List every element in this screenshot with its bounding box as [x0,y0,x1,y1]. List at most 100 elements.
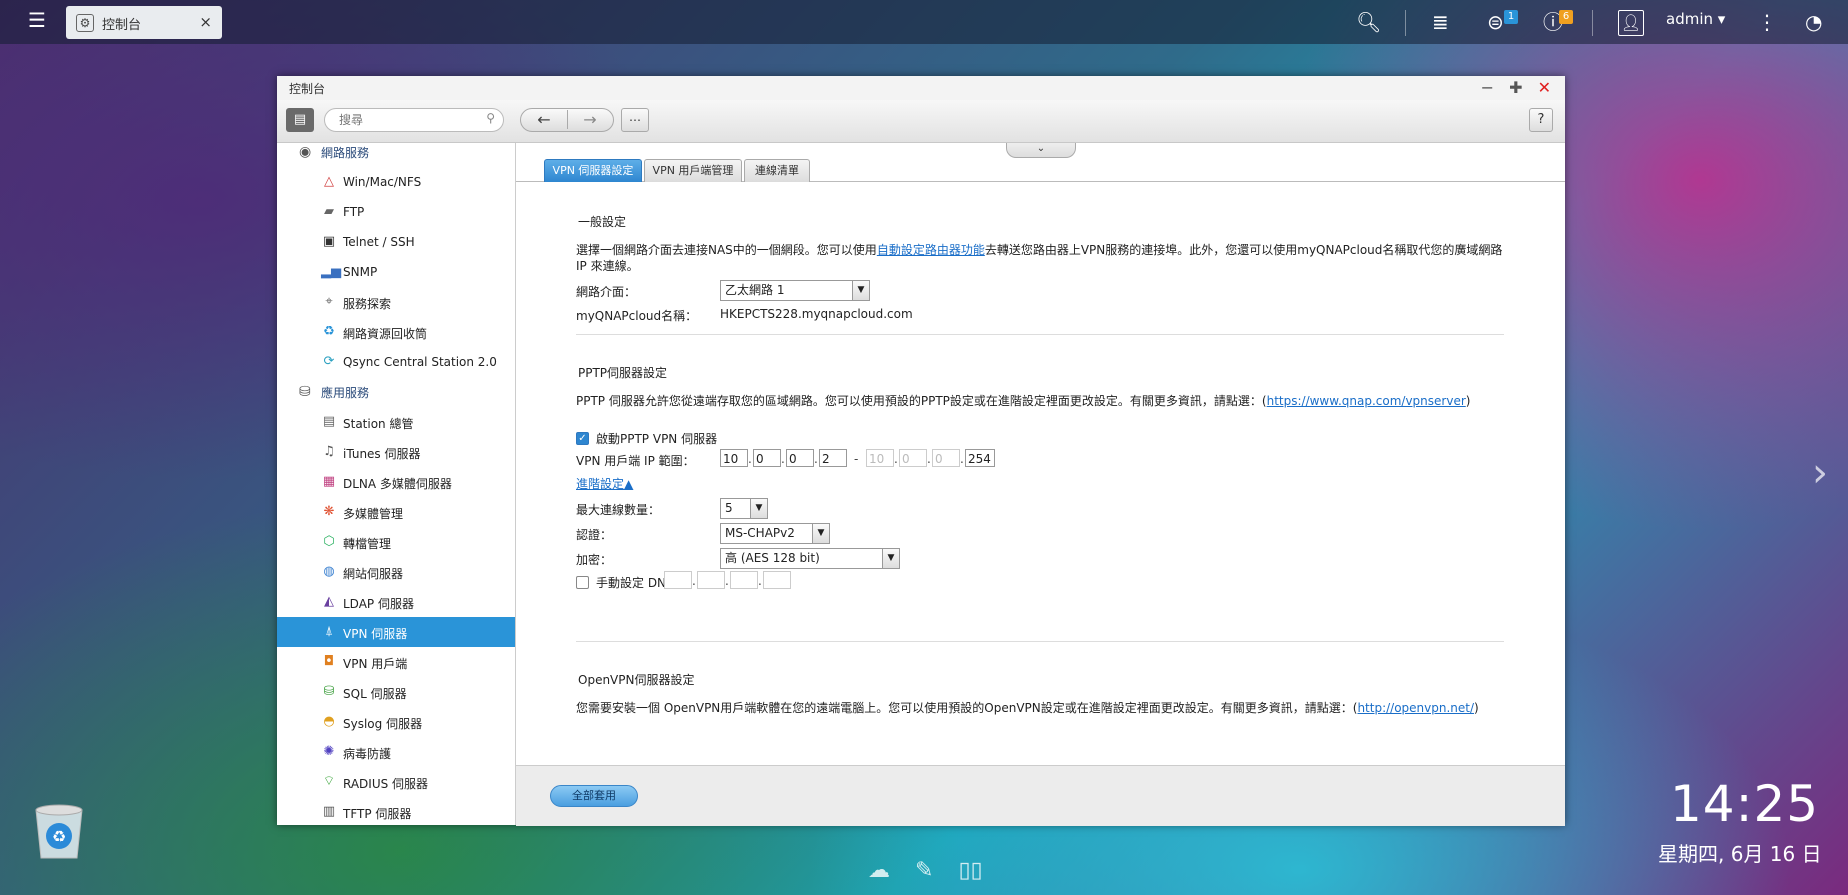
divider [1592,10,1593,36]
recycle-bin-icon[interactable]: ♻ [30,800,88,862]
ip-end-octet-4[interactable]: 254 [965,449,995,467]
external-devices-icon[interactable]: ⊜ [1487,10,1504,34]
ip-start-octet-3[interactable]: 0 [786,449,814,467]
ip-separator: . [814,452,818,466]
sidebar-item-qsync[interactable]: ⟳ Qsync Central Station 2.0 [277,347,515,377]
chevron-down-icon: ▼ [750,499,767,518]
sidebar-item-telnet-ssh[interactable]: ▣ Telnet / SSH [277,227,515,257]
sidebar-item-label: LDAP 伺服器 [343,597,414,611]
ip-start-octet-4[interactable]: 2 [819,449,847,467]
svg-text:♻: ♻ [52,827,66,846]
sidebar-item-tftp-server[interactable]: ▥ TFTP 伺服器 [277,797,515,825]
sidebar-item-web-server[interactable]: ◍ 網站伺服器 [277,557,515,587]
help-button[interactable]: ? [1529,108,1553,132]
sidebar-item-win-mac-nfs[interactable]: △ Win/Mac/NFS [277,167,515,197]
ip-separator: . [692,574,696,588]
dns-octet-2 [697,571,725,589]
openvpn-link[interactable]: http://openvpn.net/ [1357,701,1474,715]
tab-vpn-client-management[interactable]: VPN 用戶端管理 [644,159,742,182]
background-tasks-icon[interactable]: ≣ [1432,10,1449,34]
description-text: 您需要安裝一個 OpenVPN用戶端軟體在您的遠端電腦上。您可以使用預設的Ope… [576,701,1358,715]
vpn-settings-panel: ⌄ VPN 伺服器設定 VPN 用戶端管理 連線清單 一般設定 選擇一個網路介面… [516,143,1565,765]
advanced-settings-link[interactable]: 進階設定▲ [576,477,633,491]
qnap-vpnserver-link[interactable]: https://www.qnap.com/vpnserver [1267,394,1466,408]
openvpn-settings-title: OpenVPN伺服器設定 [578,673,695,687]
manual-dns-checkbox[interactable] [576,576,589,589]
max-connections-select[interactable]: 5 ▼ [720,498,768,519]
sidebar-category-network-services[interactable]: ◉ 網路服務 [277,143,515,167]
sidebar-item-ldap-server[interactable]: ◭ LDAP 伺服器 [277,587,515,617]
sidebar-item-antivirus[interactable]: ✺ 病毒防護 [277,737,515,767]
authentication-select[interactable]: MS-CHAPv2 ▼ [720,523,830,544]
more-options-icon[interactable]: ⋮ [1757,10,1777,34]
ip-separator: . [725,574,729,588]
sidebar-item-service-discovery[interactable]: ⌖ 服務探索 [277,287,515,317]
back-button[interactable]: ← [521,110,568,129]
recycle-icon: ♻ [323,324,335,339]
auto-router-config-link[interactable]: 自動設定路由器功能 [877,243,985,257]
user-menu[interactable]: admin ▾ [1666,10,1725,28]
ip-start-octet-2[interactable]: 0 [753,449,781,467]
search-input[interactable] [337,112,481,128]
search-box[interactable]: ⚲ [324,108,504,132]
sidebar-item-snmp[interactable]: ▂▅ SNMP [277,257,515,287]
next-desktop-arrow-icon[interactable]: › [1812,450,1828,496]
toggle-sidebar-button[interactable]: ▤ [286,108,314,132]
sidebar-item-radius-server[interactable]: ⌔ RADIUS 伺服器 [277,767,515,797]
search-icon[interactable]: 🔍︎ [1356,10,1381,34]
sidebar-item-ftp[interactable]: ▰ FTP [277,197,515,227]
syslog-icon: ◓ [323,714,335,729]
ip-end-octet-2: 0 [899,449,927,467]
tab-connection-list[interactable]: 連線清單 [744,159,810,182]
encryption-select[interactable]: 高 (AES 128 bit) ▼ [720,548,900,569]
tools-icon[interactable]: ✎ [915,858,933,883]
close-icon[interactable]: × [199,13,212,31]
main-menu-icon[interactable]: ☰ [28,10,46,30]
dashboard-icon[interactable]: ◔ [1805,10,1822,34]
desktop-clock-time: 14:25 [1670,775,1820,833]
enable-pptp-checkbox[interactable]: ✓ [576,432,589,445]
network-interface-select[interactable]: 乙太網路 1 ▼ [720,280,870,301]
tftp-icon: ▥ [322,804,336,819]
collapse-panel-button[interactable]: ⌄ [1006,143,1076,158]
sidebar-item-syslog-server[interactable]: ◓ Syslog 伺服器 [277,707,515,737]
description-text: 選擇一個網路介面去連接NAS中的一個網段。您可以使用 [576,243,877,257]
advanced-settings-toggle[interactable]: 進階設定▲ [576,475,633,492]
tab-vpn-server-settings[interactable]: VPN 伺服器設定 [544,159,642,182]
applications-icon: ⛁ [299,384,311,400]
sidebar-item-label: DLNA 多媒體伺服器 [343,477,452,491]
itunes-icon: ♫ [323,444,335,459]
sidebar-item-sql-server[interactable]: ⛁ SQL 伺服器 [277,677,515,707]
ip-end-octet-3: 0 [932,449,960,467]
sidebar-item-multimedia[interactable]: ❋ 多媒體管理 [277,497,515,527]
sidebar-item-network-recycle-bin[interactable]: ♻ 網路資源回收筒 [277,317,515,347]
vpn-client-icon: ◘ [323,654,335,669]
sidebar-item-vpn-server[interactable]: ⍋ VPN 伺服器 [277,617,515,647]
vpn-server-icon: ⍋ [325,624,333,639]
sidebar-category-applications[interactable]: ⛁ 應用服務 [277,377,515,407]
bar-chart-icon: ▂▅ [321,264,341,279]
ip-start-octet-1[interactable]: 10 [720,449,748,467]
window-titlebar[interactable]: 控制台 − ✚ ✕ [277,76,1565,100]
window-footer: 全部套用 [516,765,1565,826]
apply-all-button[interactable]: 全部套用 [550,785,638,807]
sidebar-item-vpn-client[interactable]: ◘ VPN 用戶端 [277,647,515,677]
maximize-icon[interactable]: ✚ [1509,78,1522,97]
minimize-icon[interactable]: − [1481,78,1494,97]
select-value: 乙太網路 1 [725,283,785,297]
sidebar-item-label: VPN 用戶端 [343,657,408,671]
settings-sidebar: ◉ 網路服務 △ Win/Mac/NFS ▰ FTP ▣ Telnet / SSH ▂… [277,143,516,825]
user-avatar-icon[interactable]: 👤︎ [1618,10,1644,36]
sidebar-item-itunes-server[interactable]: ♫ iTunes 伺服器 [277,437,515,467]
sidebar-item-station-manager[interactable]: ▤ Station 總管 [277,407,515,437]
book-icon[interactable]: ▯▯ [958,858,982,883]
sidebar-item-dlna-server[interactable]: ▦ DLNA 多媒體伺服器 [277,467,515,497]
taskbar-tab-control-panel[interactable]: ⚙ 控制台 × [66,6,222,39]
ip-range-dash: - [854,452,859,466]
close-window-icon[interactable]: ✕ [1538,78,1551,97]
sidebar-item-transcode[interactable]: ⬡ 轉檔管理 [277,527,515,557]
forward-button[interactable]: → [567,110,613,129]
cloud-icon[interactable]: ☁ [868,858,890,883]
sidebar-item-label: Telnet / SSH [343,235,415,249]
all-apps-button[interactable]: ⋯ [621,108,649,132]
